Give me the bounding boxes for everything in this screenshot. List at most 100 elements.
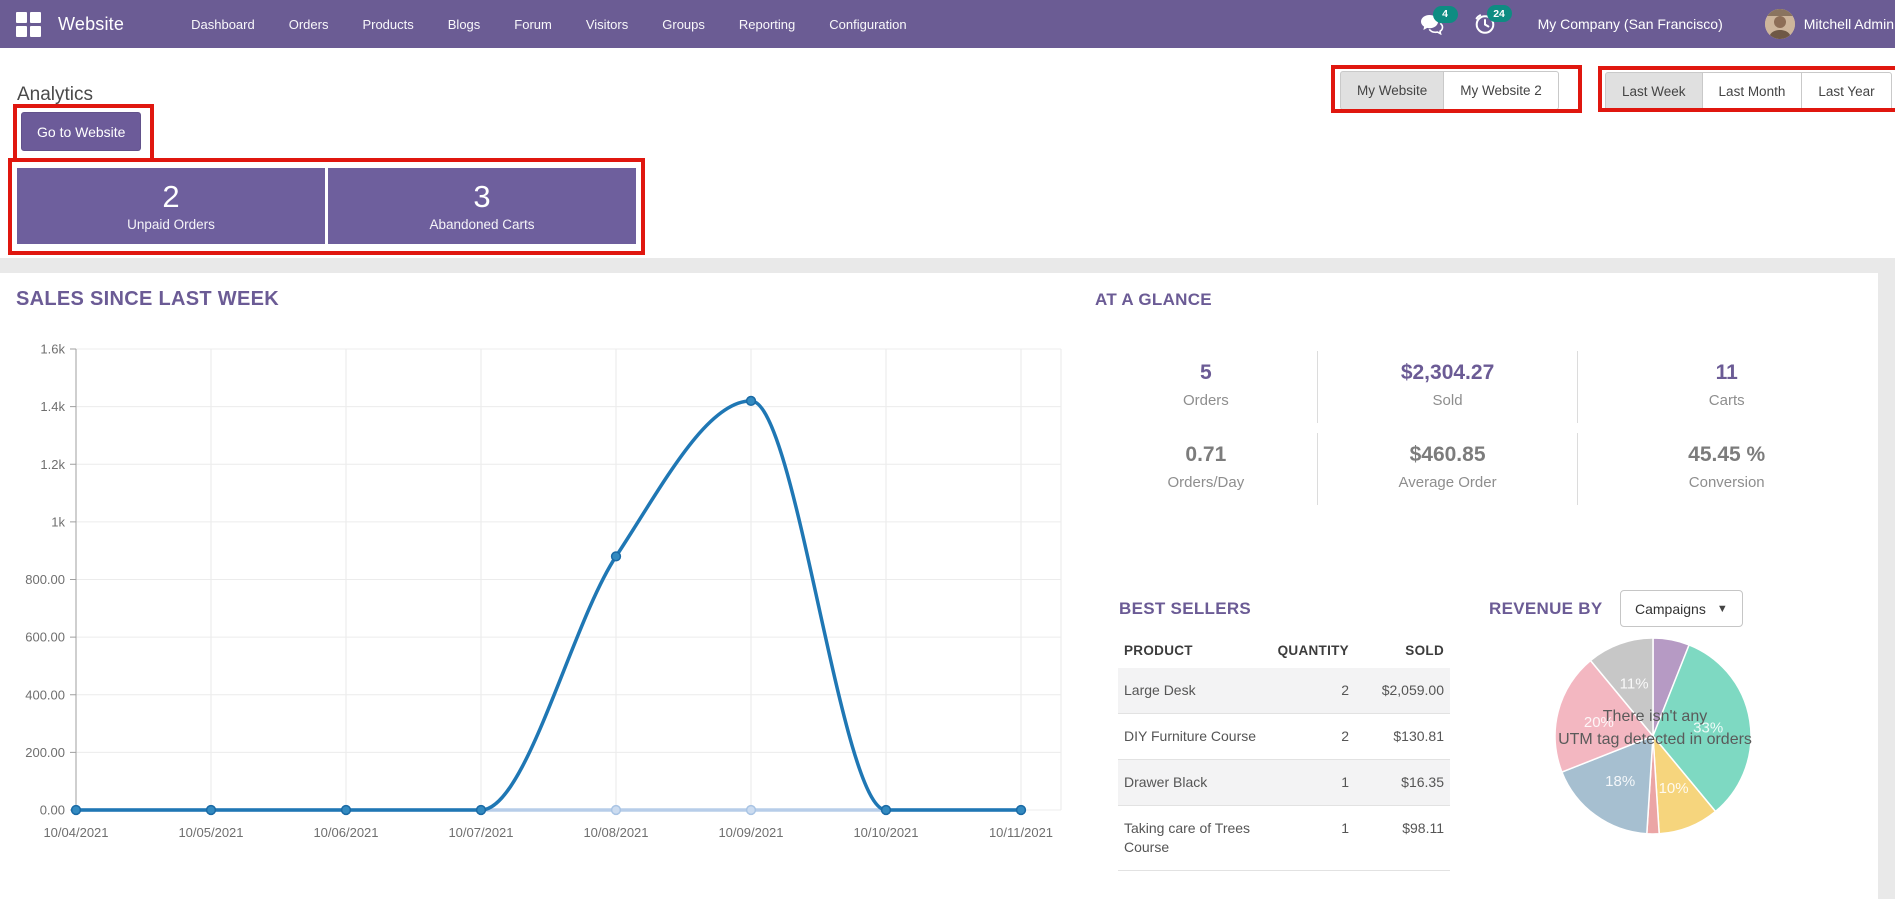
glance-value: 0.71	[1185, 443, 1227, 466]
y-tick-label: 1k	[51, 514, 65, 529]
messages-badge: 4	[1432, 5, 1458, 23]
analytics-dashboard-page: { "navbar": { "brand": "Website", "menu"…	[0, 0, 1895, 899]
sales-line-chart: 1.6k 1.4k 1.2k 1k 800.00 600.00 400.00 200.00 0.…	[25, 342, 1062, 840]
revenue-by-heading: REVENUE BY	[1489, 599, 1603, 618]
stat-cards-row: 2 Unpaid Orders 3 Abandoned Carts	[17, 168, 636, 244]
stat-label: Abandoned Carts	[429, 217, 535, 232]
data-point-sales_current_week	[475, 804, 487, 816]
avatar[interactable]	[1764, 9, 1795, 39]
product-cell: DIY Furniture Course	[1124, 728, 1257, 744]
table-row-drawer-black: Drawer Black 1 $16.35	[1118, 759, 1450, 806]
best-sellers-heading: BEST SELLERS	[1119, 599, 1252, 618]
campaigns-dropdown[interactable]: Campaigns ▼	[1620, 590, 1743, 627]
app-brand[interactable]: Website	[58, 14, 124, 35]
y-tick-label: 0.00	[40, 803, 65, 818]
quantity-cell: 1	[1341, 820, 1349, 836]
company-switcher[interactable]: My Company (San Francisco)	[1538, 16, 1723, 32]
table-row-large-desk: Large Desk 2 $2,059.00	[1118, 668, 1450, 714]
data-point-sales_current_week	[1015, 804, 1027, 816]
glance-metric-average-order: $460.85 Average Order	[1316, 433, 1578, 505]
period-switcher-last-year[interactable]: Last Year	[1801, 72, 1892, 111]
pie-slice-label: 10%	[1659, 780, 1689, 797]
nav-item-blogs[interactable]: Blogs	[431, 0, 498, 48]
data-point-sales_current_week	[205, 804, 217, 816]
glance-metric-orders-day: 0.71 Orders/Day	[1095, 433, 1317, 505]
activities-badge: 24	[1486, 5, 1512, 22]
x-tick-label: 10/08/2021	[583, 825, 648, 840]
activities-icon[interactable]: 24	[1474, 5, 1512, 35]
messages-icon[interactable]: 4	[1420, 5, 1458, 35]
nav-item-dashboard[interactable]: Dashboard	[174, 0, 272, 48]
user-menu[interactable]: Mitchell Admin	[1804, 16, 1895, 32]
nav-menu: Dashboard Orders Products Blogs Forum Visitor…	[174, 0, 923, 48]
nav-item-visitors[interactable]: Visitors	[569, 0, 645, 48]
stat-value: 3	[473, 179, 491, 214]
nav-item-groups[interactable]: Groups	[645, 0, 722, 48]
y-tick-label: 1.6k	[40, 342, 65, 357]
x-tick-label: 10/06/2021	[313, 825, 378, 840]
top-navbar: Website Dashboard Orders Products Blogs Foru…	[0, 0, 1895, 48]
quantity-cell: 1	[1341, 774, 1349, 790]
dashboard-content-panel: SALES SINCE LAST WEEK 1.6k 1.4k 1.2k 1k 800.…	[0, 273, 1878, 899]
data-point-sales_previous_week	[745, 804, 757, 816]
quantity-cell: 2	[1341, 728, 1349, 744]
x-tick-label: 10/07/2021	[448, 825, 513, 840]
nav-item-configuration[interactable]: Configuration	[812, 0, 923, 48]
glance-metric-orders: 5 Orders	[1095, 351, 1317, 423]
glance-label: Orders	[1182, 392, 1229, 409]
nav-item-forum[interactable]: Forum	[497, 0, 569, 48]
go-to-website-button[interactable]: Go to Website	[21, 112, 142, 151]
sold-cell: $16.35	[1401, 774, 1444, 790]
sold-cell: $98.11	[1402, 820, 1444, 836]
glance-label: Orders/Day	[1167, 474, 1245, 491]
at-a-glance-grid: 5 Orders $2,304.27 Sold 11 Carts 0.71 Orders/Da…	[1095, 351, 1875, 515]
table-row-diy-furniture-course: DIY Furniture Course 2 $130.81	[1118, 714, 1450, 760]
column-header-quantity: QUANTITY	[1277, 643, 1349, 658]
period-switcher-last-month[interactable]: Last Month	[1701, 72, 1803, 111]
glance-value: 5	[1200, 361, 1212, 384]
product-cell: Drawer Black	[1124, 774, 1208, 790]
nav-item-orders[interactable]: Orders	[272, 0, 346, 48]
glance-row: 5 Orders $2,304.27 Sold 11 Carts	[1095, 351, 1875, 423]
data-point-sales_current_week	[880, 804, 892, 816]
y-tick-label: 200.00	[25, 745, 65, 760]
period-switcher-last-week[interactable]: Last Week	[1605, 72, 1703, 111]
campaigns-dropdown-label: Campaigns	[1635, 600, 1706, 617]
y-tick-label: 800.00	[25, 572, 65, 587]
x-tick-label: 10/04/2021	[43, 825, 108, 840]
stat-card-unpaid-orders[interactable]: 2 Unpaid Orders	[17, 168, 325, 244]
product-cell: Taking care of Trees Course	[1124, 820, 1251, 855]
stat-label: Unpaid Orders	[127, 217, 215, 232]
glance-label: Average Order	[1398, 474, 1497, 491]
website-switcher-my-website-2[interactable]: My Website 2	[1443, 71, 1559, 110]
glance-value: 11	[1715, 361, 1738, 384]
glance-metric-sold: $2,304.27 Sold	[1316, 351, 1578, 423]
series-line-sales_current_week	[74, 399, 1023, 812]
glance-label: Carts	[1708, 392, 1745, 409]
sold-cell: $130.81	[1393, 728, 1444, 744]
avatar-image	[1764, 9, 1795, 39]
product-cell: Large Desk	[1124, 682, 1196, 698]
glance-row: 0.71 Orders/Day $460.85 Average Order 45.45 …	[1095, 433, 1875, 505]
pie-slice-label: 18%	[1605, 773, 1635, 790]
at-a-glance-heading: AT A GLANCE	[1095, 290, 1212, 309]
x-tick-label: 10/11/2021	[989, 825, 1053, 840]
column-header-sold: SOLD	[1405, 643, 1444, 658]
data-point-sales_current_week	[70, 804, 82, 816]
nav-item-reporting[interactable]: Reporting	[722, 0, 812, 48]
stat-card-abandoned-carts[interactable]: 3 Abandoned Carts	[328, 168, 636, 244]
y-tick-label: 1.4k	[40, 399, 65, 414]
revenue-pie-chart: 33% 10% 18% 20% 11%	[1554, 637, 1752, 835]
nav-item-products[interactable]: Products	[345, 0, 430, 48]
data-point-sales_previous_week	[610, 804, 622, 816]
apps-menu-icon[interactable]	[16, 11, 41, 37]
quantity-cell: 2	[1341, 682, 1349, 698]
website-switcher: My Website My Website 2	[1340, 71, 1559, 110]
glance-value: $2,304.27	[1400, 361, 1495, 384]
data-point-sales_current_week	[610, 551, 622, 562]
glance-label: Conversion	[1688, 474, 1765, 491]
x-tick-label: 10/05/2021	[178, 825, 243, 840]
best-sellers-table: PRODUCT QUANTITY SOLD Large Desk 2 $2,059.00…	[1118, 637, 1450, 871]
column-header-product: PRODUCT	[1124, 643, 1193, 658]
website-switcher-my-website[interactable]: My Website	[1340, 71, 1445, 110]
